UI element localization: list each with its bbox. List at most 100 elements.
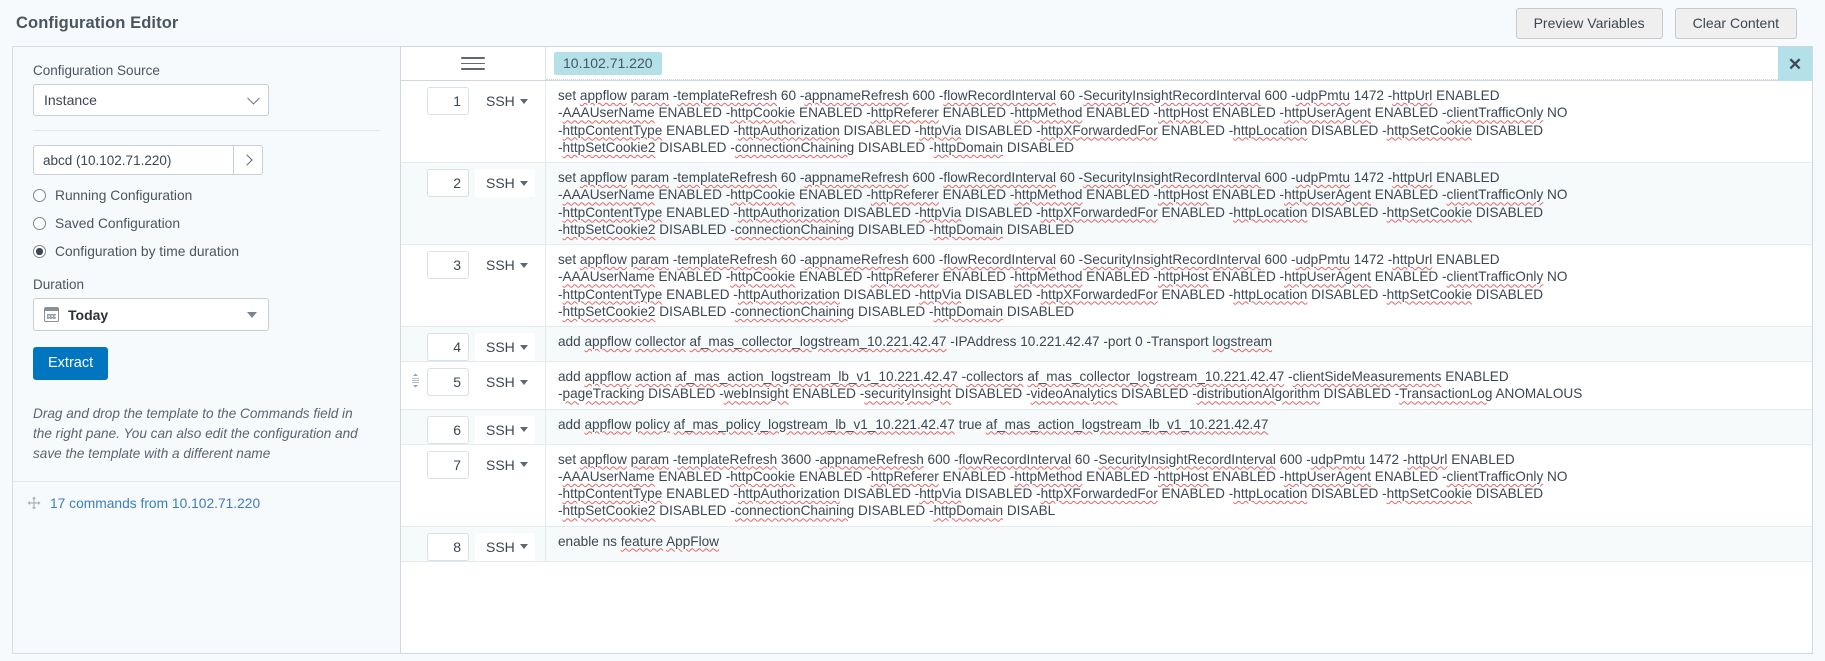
command-text[interactable]: set appflow param -templateRefresh 60 -a… xyxy=(546,163,1812,244)
protocol-label: SSH xyxy=(486,93,515,109)
chevron-down-icon xyxy=(519,262,528,268)
command-line: -AAAUserName ENABLED -httpCookie ENABLED… xyxy=(558,269,1568,285)
row-number: 1 xyxy=(427,87,469,115)
instance-row xyxy=(33,145,263,175)
command-line: -httpSetCookie2 DISABLED -connectionChai… xyxy=(558,303,1075,319)
protocol-label: SSH xyxy=(486,374,515,390)
table-row[interactable]: 5 SSH add appflow action af_mas_action_log… xyxy=(401,362,1812,410)
row-gutter: 7 SSH xyxy=(401,444,546,526)
commands-count-link[interactable]: 17 commands from 10.102.71.220 xyxy=(50,496,260,511)
editor-tab-bar: 10.102.71.220 xyxy=(546,47,1812,80)
command-text[interactable]: set appflow param -templateRefresh 3600 … xyxy=(546,445,1812,526)
config-source-value: Instance xyxy=(44,92,97,108)
radio-label: Saved Configuration xyxy=(55,216,181,231)
command-line: -httpSetCookie2 DISABLED -connectionChai… xyxy=(558,221,1075,237)
command-line: -AAAUserName ENABLED -httpCookie ENABLED… xyxy=(558,468,1568,484)
table-row[interactable]: 2 SSH set appflow param -templateRefresh 6… xyxy=(401,163,1812,245)
command-text[interactable]: add appflow collector af_mas_collector_l… xyxy=(546,327,1812,361)
chevron-down-icon xyxy=(519,98,528,104)
protocol-select[interactable]: SSH xyxy=(475,532,535,561)
hamburger-menu-icon[interactable] xyxy=(461,54,485,74)
row-number: 4 xyxy=(427,333,469,361)
header-actions: Preview Variables Clear Content xyxy=(1515,7,1807,39)
command-line: add appflow action af_mas_action_logstre… xyxy=(558,369,1509,384)
row-gutter: 1 SSH xyxy=(401,81,546,162)
instance-input[interactable] xyxy=(33,145,233,175)
duration-select[interactable]: Today xyxy=(33,298,269,331)
app-header: Configuration Editor Preview Variables C… xyxy=(0,0,1825,46)
command-line: -httpSetCookie2 DISABLED -connectionChai… xyxy=(558,503,1056,519)
radio-label: Configuration by time duration xyxy=(55,244,240,259)
commands-editor-panel: 10.102.71.220 ✕ 1 SSH set appflow param -t… xyxy=(400,46,1813,654)
duration-value: Today xyxy=(68,306,109,323)
commands-summary-row[interactable]: 17 commands from 10.102.71.220 xyxy=(13,482,400,511)
protocol-select[interactable]: SSH xyxy=(475,251,535,279)
protocol-select[interactable]: SSH xyxy=(475,169,535,197)
preview-variables-button[interactable]: Preview Variables xyxy=(1515,7,1663,39)
protocol-label: SSH xyxy=(486,339,515,355)
command-text[interactable]: set appflow param -templateRefresh 60 -a… xyxy=(546,81,1812,162)
duration-label: Duration xyxy=(33,277,85,292)
command-text[interactable]: add appflow action af_mas_action_logstre… xyxy=(546,362,1812,409)
command-text[interactable]: enable ns feature AppFlow xyxy=(546,527,1812,561)
chevron-down-icon xyxy=(519,180,528,186)
radio-icon xyxy=(33,189,46,202)
table-row[interactable]: 6 SSH add appflow policy af_mas_policy_log… xyxy=(401,409,1812,445)
row-gutter: 5 SSH xyxy=(401,362,546,409)
config-source-label: Configuration Source xyxy=(33,63,160,78)
command-line: -httpContentType ENABLED -httpAuthorizat… xyxy=(558,204,1544,220)
protocol-label: SSH xyxy=(486,421,515,438)
instance-go-button[interactable] xyxy=(233,145,263,175)
table-row[interactable]: 1 SSH set appflow param -templateRefresh 6… xyxy=(401,81,1812,163)
row-number: 3 xyxy=(427,251,469,279)
radio-running-configuration[interactable]: Running Configuration xyxy=(33,188,380,203)
protocol-select[interactable]: SSH xyxy=(475,450,535,479)
command-line: -httpContentType ENABLED -httpAuthorizat… xyxy=(558,486,1544,501)
table-row[interactable]: 8 SSH enable ns feature AppFlow xyxy=(401,526,1812,562)
table-row[interactable]: 4 SSH add appflow collector af_mas_collect… xyxy=(401,327,1812,362)
radio-saved-configuration[interactable]: Saved Configuration xyxy=(33,216,380,231)
table-row[interactable]: 7 SSH set appflow param -templateRefresh 3… xyxy=(401,444,1812,527)
row-number: 7 xyxy=(427,450,469,479)
row-number: 6 xyxy=(427,415,469,444)
protocol-label: SSH xyxy=(486,257,515,273)
protocol-select[interactable]: SSH xyxy=(475,333,535,361)
protocol-select[interactable]: SSH xyxy=(475,87,535,115)
protocol-label: SSH xyxy=(486,538,515,555)
command-text[interactable]: set appflow param -templateRefresh 60 -a… xyxy=(546,245,1812,326)
command-line: -AAAUserName ENABLED -httpCookie ENABLED… xyxy=(558,105,1568,121)
chevron-right-icon xyxy=(240,154,253,166)
row-gutter: 3 SSH xyxy=(401,245,546,326)
config-source-form: Configuration Source Instance Running Co… xyxy=(13,47,400,465)
config-source-select[interactable]: Instance xyxy=(33,84,269,116)
main-split: Configuration Source Instance Running Co… xyxy=(0,46,1825,654)
row-gutter: 8 SSH xyxy=(401,526,546,561)
protocol-select[interactable]: SSH xyxy=(475,415,535,444)
row-gutter: 2 SSH xyxy=(401,163,546,244)
drag-handle-icon[interactable] xyxy=(407,368,423,388)
command-line: set appflow param -templateRefresh 60 -a… xyxy=(558,88,1500,103)
command-line: -httpContentType ENABLED -httpAuthorizat… xyxy=(558,286,1544,302)
move-handle-icon[interactable] xyxy=(27,496,41,510)
config-source-panel: Configuration Source Instance Running Co… xyxy=(12,46,400,654)
command-line: -httpContentType ENABLED -httpAuthorizat… xyxy=(558,122,1544,138)
chevron-down-icon xyxy=(519,462,528,467)
row-number: 8 xyxy=(427,532,469,561)
protocol-select[interactable]: SSH xyxy=(475,368,535,396)
extract-button[interactable]: Extract xyxy=(33,347,109,380)
command-line: add appflow collector af_mas_collector_l… xyxy=(558,334,1273,349)
chevron-down-icon xyxy=(247,91,260,105)
editor-menu-cell xyxy=(401,47,546,80)
radio-icon-selected xyxy=(33,245,46,258)
clear-content-button[interactable]: Clear Content xyxy=(1674,7,1797,39)
page-title: Configuration Editor xyxy=(16,13,179,32)
command-line: set appflow param -templateRefresh 60 -a… xyxy=(558,170,1500,185)
radio-configuration-by-time-duration[interactable]: Configuration by time duration xyxy=(33,244,380,259)
table-row[interactable]: 3 SSH set appflow param -templateRefresh 6… xyxy=(401,245,1812,327)
command-line: -pageTracking DISABLED -webInsight ENABL… xyxy=(558,386,1583,402)
command-line: -AAAUserName ENABLED -httpCookie ENABLED… xyxy=(558,187,1568,203)
close-icon[interactable]: ✕ xyxy=(1778,47,1812,81)
editor-tab-instance[interactable]: 10.102.71.220 xyxy=(554,51,662,75)
row-number: 5 xyxy=(427,368,469,396)
command-text[interactable]: add appflow policy af_mas_policy_logstre… xyxy=(546,410,1812,444)
